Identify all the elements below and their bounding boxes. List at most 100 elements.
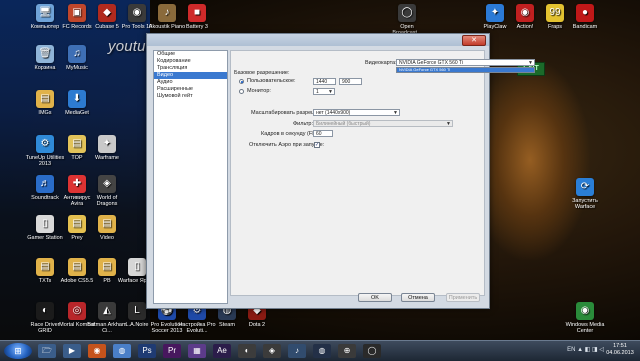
monitor-label: Монитор:	[247, 88, 271, 94]
app-icon: ▤	[68, 215, 86, 233]
clock[interactable]: 17:51 04.06.2013	[604, 343, 636, 357]
chevron-down-icon: ▼	[446, 121, 451, 127]
sidebar-item-encoding[interactable]: Кодирование	[154, 58, 227, 65]
custom-resolution-label: Пользовательское:	[247, 78, 296, 84]
desktop-icon-label: MediaGet	[65, 110, 89, 116]
app-icon: L	[128, 302, 146, 320]
desktop-icon-label: Warframe	[95, 155, 119, 161]
custom-resolution-radio[interactable]	[239, 79, 244, 84]
app-icon: ■	[188, 4, 206, 22]
videocard-label: Видеокарта:	[365, 60, 397, 66]
app-icon: ♬	[36, 175, 54, 193]
app-icon: ▣	[68, 4, 86, 22]
desktop-icon-label: Video	[100, 235, 114, 241]
desktop-icon[interactable]: ▤ Video	[87, 215, 127, 249]
taskbar-app-icon[interactable]: ▦	[188, 344, 206, 358]
videocard-select[interactable]: NVIDIA GeForce GTX 560 Ti ▼	[396, 59, 535, 66]
app-icon: ♫	[68, 45, 86, 63]
desktop-icon-label: Запустить Warface	[572, 198, 598, 210]
taskbar-app-icon[interactable]: Pr	[163, 344, 181, 358]
app-icon: ◈	[98, 175, 116, 193]
desktop-icon-label: World of Dragons	[96, 195, 118, 207]
app-icon: 🖥	[36, 4, 54, 22]
app-icon: ▤	[68, 135, 86, 153]
app-icon: ▤	[98, 215, 116, 233]
app-icon: ◐	[36, 302, 54, 320]
app-icon: ●	[576, 4, 594, 22]
base-resolution-label: Базовое разрешение:	[234, 70, 290, 76]
app-icon: ▤	[36, 258, 54, 276]
clock-time: 17:51	[613, 343, 627, 349]
app-icon: ◎	[68, 302, 86, 320]
desktop-icon[interactable]: ● Bandicam	[565, 4, 605, 38]
filter-label: Фильтр:	[293, 121, 314, 127]
app-icon: 🗑	[36, 45, 54, 63]
taskbar-app-icon[interactable]: Ae	[213, 344, 231, 358]
settings-sidebar: Общие Кодирование Трансляция Видео Аудио…	[153, 50, 228, 304]
width-input[interactable]: 1440	[313, 78, 336, 85]
fps-input[interactable]: 60	[313, 130, 333, 137]
app-icon: ◉	[516, 4, 534, 22]
videocard-value: NVIDIA GeForce GTX 560 Ti	[399, 60, 463, 66]
taskbar-app-icon[interactable]: ◍	[313, 344, 331, 358]
taskbar-app-icon[interactable]: ◈	[263, 344, 281, 358]
desktop-icon[interactable]: ⬇ MediaGet	[57, 90, 97, 124]
app-icon: ⚙	[36, 135, 54, 153]
chevron-down-icon: ▼	[528, 60, 533, 66]
taskbar-app-icon[interactable]: ⊕	[338, 344, 356, 358]
taskbar-app-icon[interactable]: Ps	[138, 344, 156, 358]
desktop-icon[interactable]: ◈ World of Dragons	[87, 175, 127, 209]
desktop-icon[interactable]: ✦ Warframe	[87, 135, 127, 169]
monitor-select[interactable]: 1 ▼	[313, 88, 335, 95]
taskbar-app-icon[interactable]: ◐	[238, 344, 256, 358]
app-icon: ⬇	[68, 90, 86, 108]
dialog-titlebar[interactable]: ✕	[147, 34, 489, 46]
sidebar-item-general[interactable]: Общие	[154, 51, 227, 58]
app-icon: ◉	[576, 302, 594, 320]
app-icon: ▤	[68, 258, 86, 276]
desktop-icon[interactable]: ⟳ Запустить Warface	[565, 178, 605, 212]
monitor-radio[interactable]	[239, 89, 244, 94]
taskbar-app-icon[interactable]: ◯	[363, 344, 381, 358]
cancel-button[interactable]: Отмена	[401, 293, 435, 302]
app-icon: ✦	[486, 4, 504, 22]
chevron-down-icon: ▼	[393, 110, 398, 116]
sidebar-item-audio[interactable]: Аудио	[154, 79, 227, 86]
taskbar-app-icon[interactable]: 🗁	[38, 344, 56, 358]
sidebar-item-broadcast[interactable]: Трансляция	[154, 65, 227, 72]
app-icon: ✦	[98, 135, 116, 153]
taskbar-app-icon[interactable]: ♪	[288, 344, 306, 358]
videocard-option[interactable]: NVIDIA GeForce GTX 560 Ti	[397, 68, 534, 72]
height-input[interactable]: 900	[339, 78, 362, 85]
apply-button[interactable]: Применить	[446, 293, 480, 302]
disable-aero-checkbox[interactable]: ✓	[314, 142, 320, 148]
video-settings-panel: Видеокарта: NVIDIA GeForce GTX 560 Ti ▼ …	[230, 50, 535, 296]
videocard-dropdown-list: NVIDIA GeForce GTX 560 Ti	[396, 67, 535, 73]
filter-select[interactable]: Билинейный (быстрый) ▼	[313, 120, 453, 127]
sidebar-item-advanced[interactable]: Расширенные	[154, 86, 227, 93]
app-icon: ✚	[68, 175, 86, 193]
sidebar-item-noise-gate[interactable]: Шумовой гейт	[154, 93, 227, 100]
chevron-down-icon: ▼	[328, 89, 333, 95]
desktop-icon[interactable]: ◉ Windows Media Center	[565, 302, 605, 336]
system-tray[interactable]: EN ▲ ◧ ◨ ◁	[567, 346, 604, 353]
desktop-icon[interactable]: ♫ MyMusic	[57, 45, 97, 79]
app-icon: ◭	[98, 302, 116, 320]
taskbar-app-icon[interactable]: ▶	[63, 344, 81, 358]
taskbar-app-icon[interactable]: ◉	[88, 344, 106, 358]
close-button[interactable]: ✕	[462, 35, 486, 46]
ok-button[interactable]: OK	[358, 293, 392, 302]
app-icon: ◆	[98, 4, 116, 22]
scale-resolution-select[interactable]: нет (1440x900) ▼	[313, 109, 400, 116]
start-button[interactable]: ⊞	[4, 343, 32, 359]
desktop-icon-label: Battery 3	[185, 24, 208, 30]
clock-date: 04.06.2013	[606, 350, 634, 356]
app-icon: ▯	[36, 215, 54, 233]
app-icon: ▤	[98, 258, 116, 276]
desktop-icon-label: MyMusic	[66, 65, 88, 71]
app-icon: ▤	[36, 90, 54, 108]
filter-value: Билинейный (быстрый)	[316, 121, 371, 127]
app-icon: ▯	[128, 258, 146, 276]
taskbar-app-icon[interactable]: ◍	[113, 344, 131, 358]
sidebar-item-video[interactable]: Видео	[154, 72, 227, 79]
